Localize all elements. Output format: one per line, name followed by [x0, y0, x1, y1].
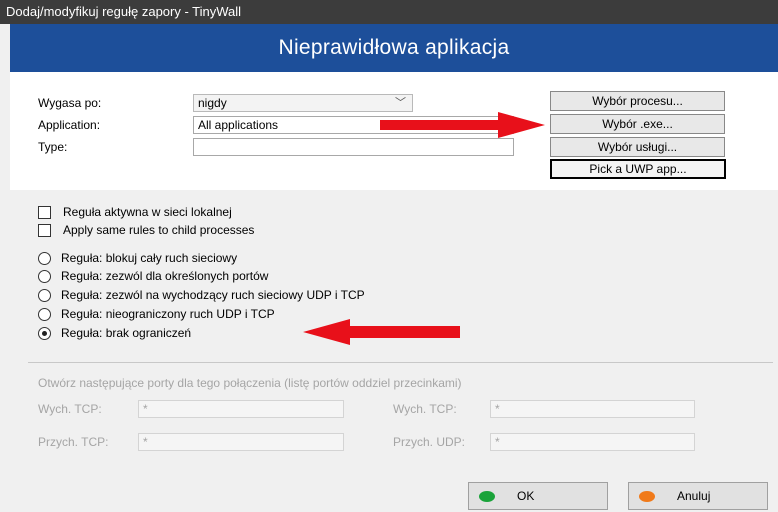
checkbox-box[interactable]	[38, 205, 51, 219]
ports-section-title: Otwórz następujące porty dla tego połącz…	[38, 376, 462, 390]
banner-title: Nieprawidłowa aplikacja	[10, 24, 778, 72]
radio-label: Reguła: blokuj cały ruch sieciowy	[61, 251, 238, 265]
ok-button[interactable]: OK	[468, 482, 608, 510]
radio-unrestricted[interactable]: Reguła: nieograniczony ruch UDP i TCP	[38, 306, 275, 322]
radio-allow-ports[interactable]: Reguła: zezwól dla określonych portów	[38, 268, 268, 284]
cancel-icon	[639, 490, 655, 502]
radio-button[interactable]	[38, 269, 51, 283]
cancel-label: Anuluj	[677, 489, 711, 503]
pick-uwp-button[interactable]: Pick a UWP app...	[550, 159, 726, 179]
in-tcp-label: Przych. TCP:	[38, 435, 109, 449]
red-arrow-icon	[303, 319, 460, 345]
radio-button-selected[interactable]	[38, 326, 51, 340]
out-udp-label: Wych. TCP:	[393, 402, 457, 416]
type-label: Type:	[38, 140, 68, 154]
section-divider	[28, 362, 773, 363]
checkbox-label: Apply same rules to child processes	[63, 223, 255, 237]
checkbox-box[interactable]	[38, 223, 51, 237]
expires-value: nigdy	[198, 96, 227, 110]
window-title: Dodaj/modyfikuj regułę zapory - TinyWall	[0, 0, 778, 24]
chevron-down-icon: ﹀	[395, 97, 406, 109]
radio-label: Reguła: zezwól na wychodzący ruch siecio…	[61, 288, 365, 302]
in-udp-label: Przych. UDP:	[393, 435, 466, 449]
radio-allow-outgoing[interactable]: Reguła: zezwól na wychodzący ruch siecio…	[38, 287, 365, 303]
radio-label: Reguła: zezwól dla określonych portów	[61, 269, 269, 283]
ok-icon	[479, 490, 495, 502]
type-field[interactable]	[193, 138, 514, 156]
out-tcp-field[interactable]: *	[138, 400, 344, 418]
pick-service-button[interactable]: Wybór usługi...	[550, 137, 725, 157]
cancel-button[interactable]: Anuluj	[628, 482, 768, 510]
ok-label: OK	[517, 489, 535, 503]
in-tcp-field[interactable]: *	[138, 433, 344, 451]
checkbox-label: Reguła aktywna w sieci lokalnej	[63, 205, 232, 219]
pick-process-button[interactable]: Wybór procesu...	[550, 91, 725, 111]
in-udp-field[interactable]: *	[490, 433, 695, 451]
radio-button[interactable]	[38, 307, 51, 321]
radio-button[interactable]	[38, 251, 51, 265]
application-label: Application:	[38, 118, 101, 132]
checkbox-local-network[interactable]: Reguła aktywna w sieci lokalnej	[38, 204, 232, 220]
radio-label: Reguła: brak ograniczeń	[61, 326, 192, 340]
out-udp-field[interactable]: *	[490, 400, 695, 418]
radio-block-all[interactable]: Reguła: blokuj cały ruch sieciowy	[38, 250, 237, 266]
checkbox-child-processes[interactable]: Apply same rules to child processes	[38, 222, 254, 238]
radio-button[interactable]	[38, 288, 51, 302]
expires-label: Wygasa po:	[38, 96, 102, 110]
pick-exe-button[interactable]: Wybór .exe...	[550, 114, 725, 134]
radio-no-restrictions[interactable]: Reguła: brak ograniczeń	[38, 325, 191, 341]
radio-label: Reguła: nieograniczony ruch UDP i TCP	[61, 307, 275, 321]
out-tcp-label: Wych. TCP:	[38, 402, 102, 416]
red-arrow-icon	[380, 112, 545, 138]
